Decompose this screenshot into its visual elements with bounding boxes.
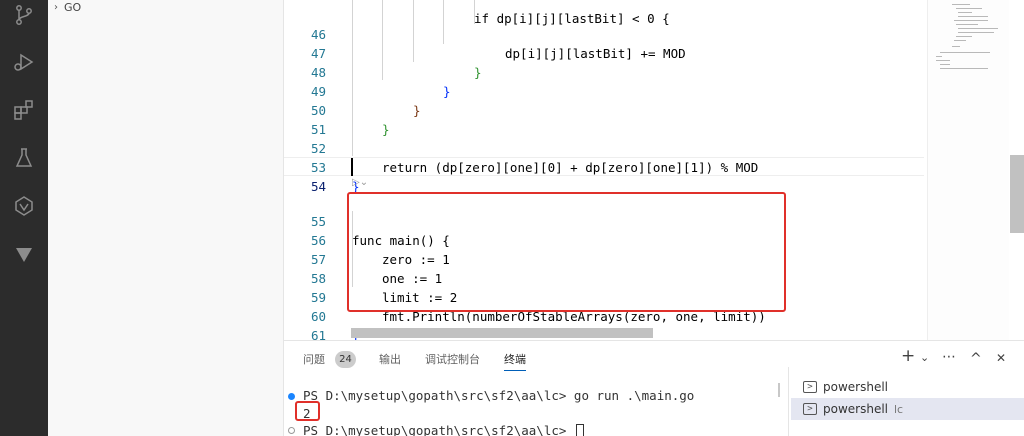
terminal-cursor xyxy=(575,423,584,436)
minimap[interactable] xyxy=(927,0,1009,340)
tab-output-label: 输出 xyxy=(379,353,401,366)
codelens-hint[interactable]: ▷⌄ xyxy=(352,177,368,192)
source-control-icon[interactable] xyxy=(12,3,36,27)
terminal-icon: > xyxy=(803,381,817,393)
command-pending-dot xyxy=(288,427,295,434)
activity-bar xyxy=(0,0,48,436)
folder-go[interactable]: › GO xyxy=(54,0,81,14)
testing-icon[interactable] xyxy=(12,146,36,170)
terminal-divider xyxy=(788,367,789,436)
terminal-icon: > xyxy=(803,403,817,415)
code-line: 47 } xyxy=(284,25,924,80)
tab-problems-label: 问题 xyxy=(303,353,325,366)
chevron-down-icon[interactable]: ⌄ xyxy=(920,351,929,364)
code-editor[interactable]: if dp[i][j][lastBit] < 0 { 46 dp[i][j][l… xyxy=(284,0,1024,340)
explorer-sidebar: › GO xyxy=(48,0,284,436)
terminal-name: powershell xyxy=(823,380,888,394)
annotation-highlight-box xyxy=(347,192,786,312)
line-number: 61 xyxy=(310,328,326,340)
problems-count-badge: 24 xyxy=(335,351,356,368)
code-line: 50 } xyxy=(284,82,924,137)
close-panel-icon[interactable]: ✕ xyxy=(996,351,1006,365)
terminal-scrollbar[interactable] xyxy=(778,383,780,397)
annotation-highlight-box xyxy=(295,401,320,421)
command-success-dot xyxy=(288,393,295,400)
tab-debug-console[interactable]: 调试控制台 xyxy=(425,351,480,371)
chevron-right-icon: › xyxy=(54,1,58,13)
terminal-area[interactable]: PS D:\mysetup\gopath\src\sf2\aa\lc> go r… xyxy=(284,381,789,436)
code-line: 52 return (dp[zero][one][0] + dp[zero][o… xyxy=(284,120,924,175)
code-line: 53 } xyxy=(284,139,924,194)
text-cursor xyxy=(351,158,353,176)
code-line: 49 } xyxy=(284,63,924,118)
run-test-icon: ▷⌄ xyxy=(352,177,369,188)
tab-terminal[interactable]: 终端 xyxy=(504,351,526,371)
terminal-list-item[interactable]: > powershell xyxy=(791,376,1024,398)
terminal-cwd: lc xyxy=(894,402,904,416)
terminal-list-item[interactable]: > powershell lc xyxy=(791,398,1024,420)
tab-terminal-label: 终端 xyxy=(504,353,526,366)
terminal-line: PS D:\mysetup\gopath\src\sf2\aa\lc> xyxy=(303,421,584,436)
vertical-scrollbar-thumb[interactable] xyxy=(1010,155,1024,233)
more-actions-icon[interactable]: ⋯ xyxy=(942,349,956,365)
maximize-panel-icon[interactable]: ^ xyxy=(970,351,982,367)
tab-debug-console-label: 调试控制台 xyxy=(425,353,480,366)
tab-output[interactable]: 输出 xyxy=(379,351,401,371)
code-line: 51 xyxy=(284,101,924,137)
add-terminal-icon[interactable]: + xyxy=(901,346,915,366)
terminal-line: PS D:\mysetup\gopath\src\sf2\aa\lc> go r… xyxy=(303,388,695,403)
terminal-name: powershell xyxy=(823,402,888,416)
code-line: 48 } xyxy=(284,44,924,99)
folder-label: GO xyxy=(64,0,82,14)
horizontal-scrollbar-thumb[interactable] xyxy=(351,328,653,338)
extensions-icon[interactable] xyxy=(12,98,36,122)
code-line: 54 xyxy=(284,158,924,194)
deploy-icon[interactable] xyxy=(12,242,36,266)
run-debug-icon[interactable] xyxy=(12,50,36,74)
code-line: 46 dp[i][j][lastBit] += MOD xyxy=(284,6,924,61)
bottom-panel: 问题 24 输出 调试控制台 终端 + ⌄ ⋯ ^ ✕ PS D:\mysetu… xyxy=(284,340,1024,436)
remote-explorer-icon[interactable] xyxy=(12,194,36,218)
terminal-prompt: PS D:\mysetup\gopath\src\sf2\aa\lc> xyxy=(303,423,574,436)
tab-problems[interactable]: 问题 xyxy=(303,351,325,371)
